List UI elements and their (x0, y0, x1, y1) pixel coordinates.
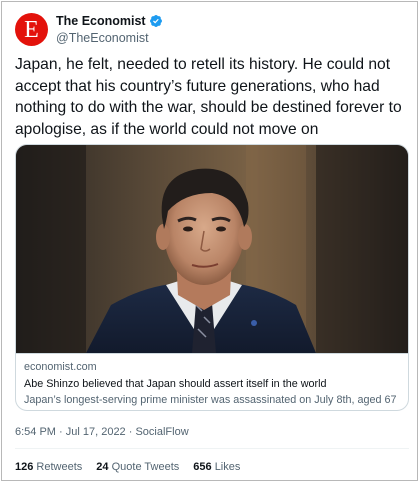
card-description: Japan’s longest-serving prime minister w… (24, 394, 397, 406)
quote-tweets-stat[interactable]: 24 Quote Tweets (96, 461, 179, 473)
tweet-container: E The Economist @TheEconomist Japan, he … (1, 1, 418, 481)
tweet-source[interactable]: SocialFlow (135, 426, 188, 438)
card-title: Abe Shinzo believed that Japan should as… (24, 378, 327, 390)
author-display-name[interactable]: The Economist (56, 14, 146, 28)
author-name-row: The Economist (56, 14, 163, 28)
likes-count: 656 (193, 461, 212, 473)
retweets-count: 126 (15, 461, 34, 473)
card-meta[interactable]: economist.com Abe Shinzo believed that J… (16, 353, 408, 410)
tweet-meta: 6:54 PM · Jul 17, 2022 · SocialFlow (15, 426, 189, 438)
engagement-stats: 126 Retweets 24 Quote Tweets 656 Likes (15, 461, 254, 473)
verified-badge-icon (149, 15, 162, 27)
quote-tweets-label: Quote Tweets (111, 461, 180, 473)
avatar-letter: E (24, 17, 39, 43)
divider (15, 448, 409, 449)
card-image[interactable] (16, 145, 408, 353)
likes-stat[interactable]: 656 Likes (193, 461, 240, 473)
quote-tweets-count: 24 (96, 461, 109, 473)
avatar[interactable]: E (15, 13, 48, 46)
tweet-text: Japan, he felt, needed to retell its his… (15, 56, 402, 138)
meta-separator: · (125, 426, 136, 438)
retweets-label: Retweets (36, 461, 83, 473)
likes-label: Likes (214, 461, 241, 473)
tweet-timestamp[interactable]: 6:54 PM · Jul 17, 2022 (15, 426, 126, 438)
link-card[interactable]: economist.com Abe Shinzo believed that J… (15, 144, 409, 411)
card-domain: economist.com (24, 361, 97, 373)
retweets-stat[interactable]: 126 Retweets (15, 461, 82, 473)
author-handle[interactable]: @TheEconomist (56, 31, 149, 45)
card-photo-icon (16, 145, 408, 353)
